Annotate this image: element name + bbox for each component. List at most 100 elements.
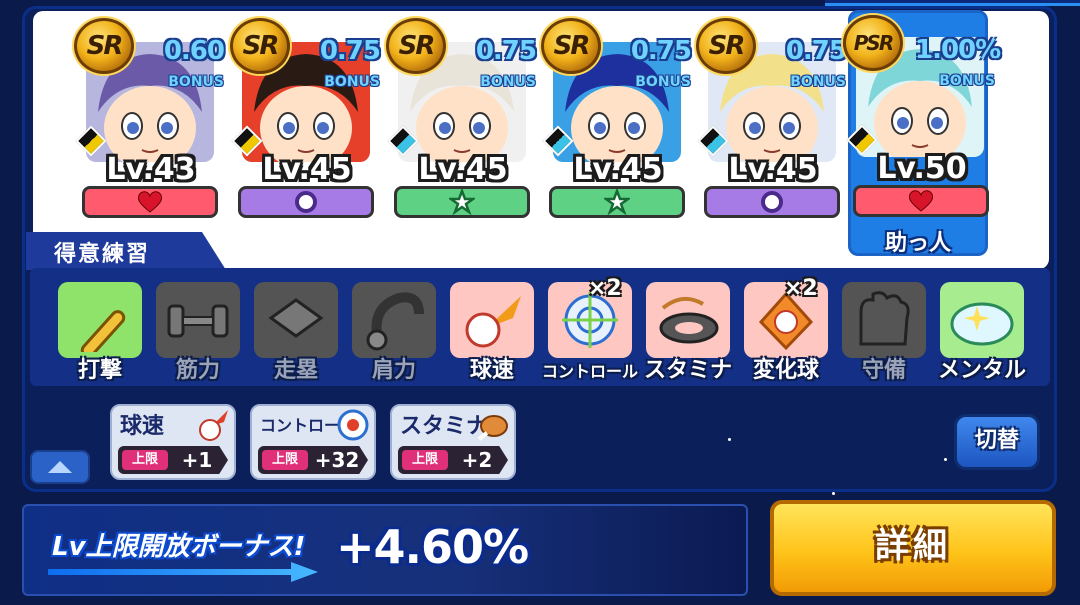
practice-item[interactable]: 打撃 bbox=[58, 282, 142, 386]
star-icon bbox=[449, 189, 475, 215]
band-icon bbox=[366, 292, 424, 351]
base-icon bbox=[268, 298, 324, 338]
practice-item[interactable]: ×2 コントロール bbox=[542, 276, 638, 386]
multiplier-badge: ×2 bbox=[784, 276, 818, 301]
fastball-icon bbox=[196, 408, 230, 442]
deck-card[interactable]: SR 0.75 BONUS Lv.45 bbox=[541, 14, 692, 220]
practice-label: 肩力 bbox=[371, 358, 416, 383]
stat-cap-card: 球速上限 +1 bbox=[110, 404, 236, 480]
type-badge bbox=[549, 186, 685, 218]
card-level: Lv.50 bbox=[877, 151, 967, 186]
type-badge bbox=[238, 186, 374, 218]
stat-cap-card: コントロール 上限 +32 bbox=[250, 404, 376, 480]
practice-item[interactable]: ×2 変化球 bbox=[744, 276, 828, 386]
practice-tile bbox=[156, 282, 240, 358]
card-level: Lv.45 bbox=[418, 152, 508, 187]
practice-label: 走塁 bbox=[273, 358, 318, 383]
rarity-badge: SR bbox=[386, 18, 446, 74]
star-icon bbox=[604, 189, 630, 215]
detail-button[interactable]: 詳細 bbox=[770, 500, 1056, 596]
bonus-banner-label: Lv上限開放ボーナス! bbox=[52, 532, 306, 562]
rarity-badge: SR bbox=[74, 18, 134, 74]
circle-icon bbox=[761, 191, 783, 213]
scroll-up-button[interactable] bbox=[30, 450, 90, 484]
practice-title: 得意練習 bbox=[54, 242, 151, 267]
bonus-label: BONUS bbox=[168, 74, 224, 90]
stat-cap-name: スタミナ bbox=[400, 414, 489, 439]
card-level: Lv.45 bbox=[573, 152, 663, 187]
helper-card[interactable]: PSR 1.00% BONUS Lv.50 助っ人 bbox=[843, 10, 1001, 256]
practice-label: 守備 bbox=[861, 358, 906, 383]
bonus-label: BONUS bbox=[790, 74, 846, 90]
practice-item[interactable]: 球速 bbox=[450, 282, 534, 386]
practice-label: 変化球 bbox=[752, 358, 819, 383]
practice-item[interactable]: 守備 bbox=[842, 282, 926, 386]
practice-label: 球速 bbox=[469, 358, 514, 383]
practice-tile bbox=[450, 282, 534, 358]
bonus-value: 1.00% bbox=[915, 35, 1001, 65]
sparkle-cloud-icon bbox=[950, 302, 1014, 346]
card-level: Lv.45 bbox=[728, 152, 818, 187]
deck-card[interactable]: SR 0.75 BONUS Lv.45 bbox=[696, 14, 847, 220]
triangle-up-icon bbox=[48, 461, 72, 473]
type-badge bbox=[704, 186, 840, 218]
practice-label: スタミナ bbox=[643, 358, 732, 383]
stat-cap-value: +32 bbox=[314, 448, 360, 472]
deck-card[interactable]: SR 0.60 BONUS Lv.43 bbox=[74, 14, 225, 220]
type-badge bbox=[394, 186, 530, 218]
practice-tile bbox=[254, 282, 338, 358]
type-badge bbox=[82, 186, 218, 218]
dumbbell-icon bbox=[167, 304, 229, 338]
bonus-value: 0.75 bbox=[319, 36, 381, 66]
bonus-label: BONUS bbox=[324, 74, 380, 90]
practice-label: 打撃 bbox=[77, 358, 122, 383]
glove-icon bbox=[859, 291, 910, 346]
circle-icon bbox=[295, 191, 317, 213]
bat-icon bbox=[80, 310, 126, 352]
practice-item[interactable]: 筋力 bbox=[156, 282, 240, 386]
bonus-value: 0.75 bbox=[630, 36, 692, 66]
practice-item[interactable]: 肩力 bbox=[352, 282, 436, 386]
stat-cap-tag: 上限 bbox=[402, 450, 448, 470]
practice-tile bbox=[58, 282, 142, 358]
practice-item[interactable]: メンタル bbox=[938, 282, 1026, 386]
switch-button[interactable]: 切替 bbox=[954, 414, 1040, 470]
practice-label: コントロール bbox=[541, 362, 638, 381]
rarity-badge: PSR bbox=[843, 15, 903, 71]
practice-item[interactable]: スタミナ bbox=[644, 282, 732, 386]
heart-icon bbox=[908, 190, 934, 212]
stat-cap-tag: 上限 bbox=[262, 450, 308, 470]
stat-cap-card: スタミナ上限 +2 bbox=[390, 404, 516, 480]
stat-cap-tag: 上限 bbox=[122, 450, 168, 470]
practice-tile bbox=[940, 282, 1024, 358]
heart-icon bbox=[137, 191, 163, 213]
deck-card[interactable]: SR 0.75 BONUS Lv.45 bbox=[230, 14, 381, 220]
practice-tile bbox=[646, 282, 730, 358]
rarity-badge: SR bbox=[696, 18, 756, 74]
deck-screen: SR 0.60 BONUS Lv.43 SR 0.75 BONUS Lv.45 SR 0.75 BO… bbox=[0, 0, 1080, 605]
card-level: Lv.43 bbox=[106, 152, 196, 187]
multiplier-badge: ×2 bbox=[588, 276, 622, 301]
bonus-label: BONUS bbox=[939, 73, 995, 89]
stat-cap-value: +2 bbox=[461, 448, 493, 472]
bonus-value: 0.75 bbox=[475, 36, 537, 66]
card-level: Lv.45 bbox=[262, 152, 352, 187]
rarity-badge: SR bbox=[230, 18, 290, 74]
stat-cap-name: 球速 bbox=[120, 414, 165, 439]
tire-icon bbox=[659, 296, 719, 344]
target-icon bbox=[336, 408, 370, 442]
practice-item[interactable]: 走塁 bbox=[254, 282, 338, 386]
practice-label: メンタル bbox=[937, 358, 1026, 383]
stat-cap-value: +1 bbox=[181, 448, 213, 472]
sparkle-icon bbox=[832, 492, 835, 495]
bonus-value: 0.60 bbox=[163, 36, 225, 66]
bonus-label: BONUS bbox=[480, 74, 536, 90]
bonus-value: 0.75 bbox=[785, 36, 847, 66]
deck-card[interactable]: SR 0.75 BONUS Lv.45 bbox=[386, 14, 537, 220]
practice-tile bbox=[842, 282, 926, 358]
practice-tile bbox=[352, 282, 436, 358]
helper-label: 助っ人 bbox=[884, 231, 951, 256]
fastball-icon bbox=[465, 296, 521, 348]
bonus-label: BONUS bbox=[635, 74, 691, 90]
bonus-banner-value: +4.60% bbox=[336, 520, 529, 574]
